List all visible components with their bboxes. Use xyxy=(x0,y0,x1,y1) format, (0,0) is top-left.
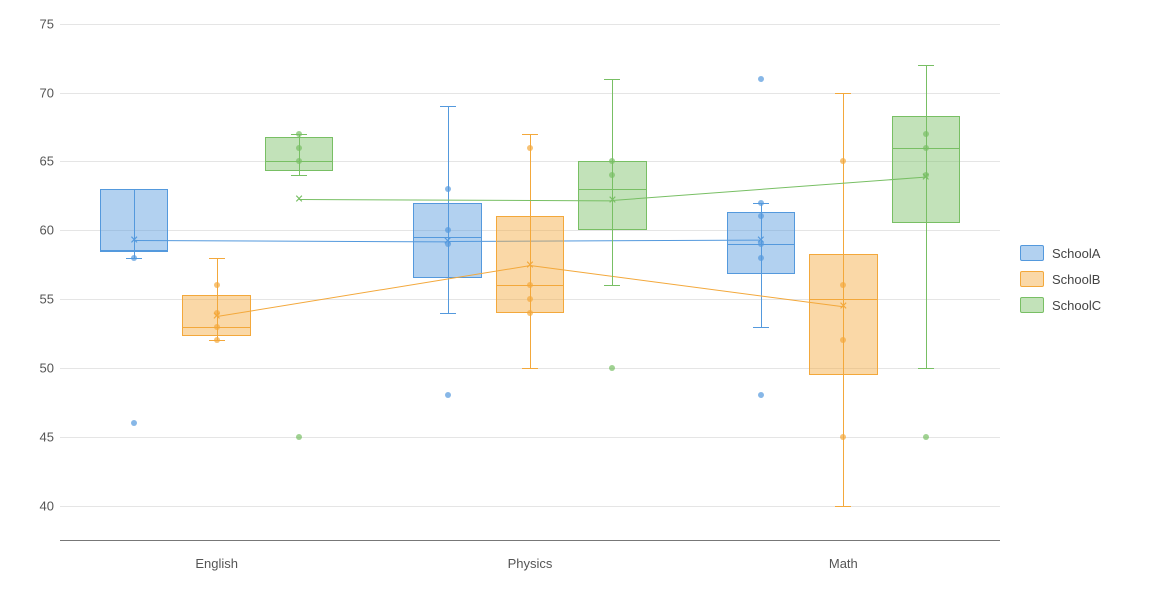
whisker-cap xyxy=(604,285,620,286)
legend-item[interactable]: SchoolC xyxy=(1020,297,1101,313)
y-tick-label: 65 xyxy=(40,154,54,169)
y-tick-label: 75 xyxy=(40,16,54,31)
data-point xyxy=(840,434,846,440)
plot-area: 4045505560657075EnglishPhysicsMath××××××… xyxy=(60,10,1000,540)
whisker-cap xyxy=(440,106,456,107)
y-tick-label: 60 xyxy=(40,223,54,238)
data-point xyxy=(758,392,764,398)
mean-connector xyxy=(530,265,843,307)
data-point xyxy=(445,392,451,398)
mean-connector xyxy=(299,199,612,201)
median-line xyxy=(809,299,877,300)
legend-label: SchoolC xyxy=(1052,298,1101,313)
x-tick-label: Math xyxy=(829,556,858,571)
data-point xyxy=(527,145,533,151)
data-point xyxy=(840,282,846,288)
grid-line xyxy=(60,93,1000,94)
whisker-cap xyxy=(835,506,851,507)
data-point xyxy=(527,310,533,316)
grid-line xyxy=(60,24,1000,25)
data-point xyxy=(840,337,846,343)
data-point xyxy=(296,158,302,164)
data-point xyxy=(214,324,220,330)
whisker-cap xyxy=(209,258,225,259)
data-point xyxy=(840,158,846,164)
data-point xyxy=(131,420,137,426)
y-tick-label: 55 xyxy=(40,292,54,307)
data-point xyxy=(214,282,220,288)
y-tick-label: 40 xyxy=(40,498,54,513)
data-point xyxy=(296,145,302,151)
data-point xyxy=(609,172,615,178)
data-point xyxy=(527,282,533,288)
mean-connector xyxy=(612,177,925,201)
data-point xyxy=(609,365,615,371)
legend-label: SchoolB xyxy=(1052,272,1100,287)
data-point xyxy=(296,434,302,440)
mean-connector xyxy=(134,240,447,242)
data-point xyxy=(445,227,451,233)
median-line xyxy=(413,237,481,238)
legend-swatch xyxy=(1020,271,1044,287)
grid-line xyxy=(60,506,1000,507)
legend-item[interactable]: SchoolA xyxy=(1020,245,1101,261)
x-tick-label: English xyxy=(195,556,238,571)
whisker-cap xyxy=(604,79,620,80)
data-point xyxy=(758,241,764,247)
data-point xyxy=(214,337,220,343)
data-point xyxy=(527,296,533,302)
mean-connector xyxy=(448,240,761,242)
whisker-cap xyxy=(522,368,538,369)
data-point xyxy=(923,145,929,151)
data-point xyxy=(923,434,929,440)
median-line xyxy=(100,251,168,252)
y-tick-label: 50 xyxy=(40,360,54,375)
legend-swatch xyxy=(1020,297,1044,313)
legend-swatch xyxy=(1020,245,1044,261)
whisker-cap xyxy=(918,368,934,369)
boxplot-chart: 4045505560657075EnglishPhysicsMath××××××… xyxy=(0,0,1170,600)
x-axis-line xyxy=(60,540,1000,541)
data-point xyxy=(296,131,302,137)
grid-line xyxy=(60,437,1000,438)
whisker-cap xyxy=(440,313,456,314)
box xyxy=(265,137,333,171)
y-tick-label: 70 xyxy=(40,85,54,100)
x-tick-label: Physics xyxy=(508,556,553,571)
whisker-cap xyxy=(835,93,851,94)
data-point xyxy=(758,213,764,219)
data-point xyxy=(758,255,764,261)
data-point xyxy=(445,186,451,192)
data-point xyxy=(923,131,929,137)
whisker-cap xyxy=(918,65,934,66)
y-tick-label: 45 xyxy=(40,429,54,444)
data-point xyxy=(758,200,764,206)
whisker-cap xyxy=(522,134,538,135)
mean-connector xyxy=(217,265,530,317)
data-point xyxy=(131,255,137,261)
legend: SchoolA SchoolB SchoolC xyxy=(1020,245,1101,323)
whisker-cap xyxy=(753,327,769,328)
box xyxy=(809,254,877,375)
data-point xyxy=(758,76,764,82)
box xyxy=(100,189,168,251)
whisker-cap xyxy=(291,175,307,176)
median-line xyxy=(578,189,646,190)
legend-label: SchoolA xyxy=(1052,246,1100,261)
legend-item[interactable]: SchoolB xyxy=(1020,271,1101,287)
data-point xyxy=(609,158,615,164)
